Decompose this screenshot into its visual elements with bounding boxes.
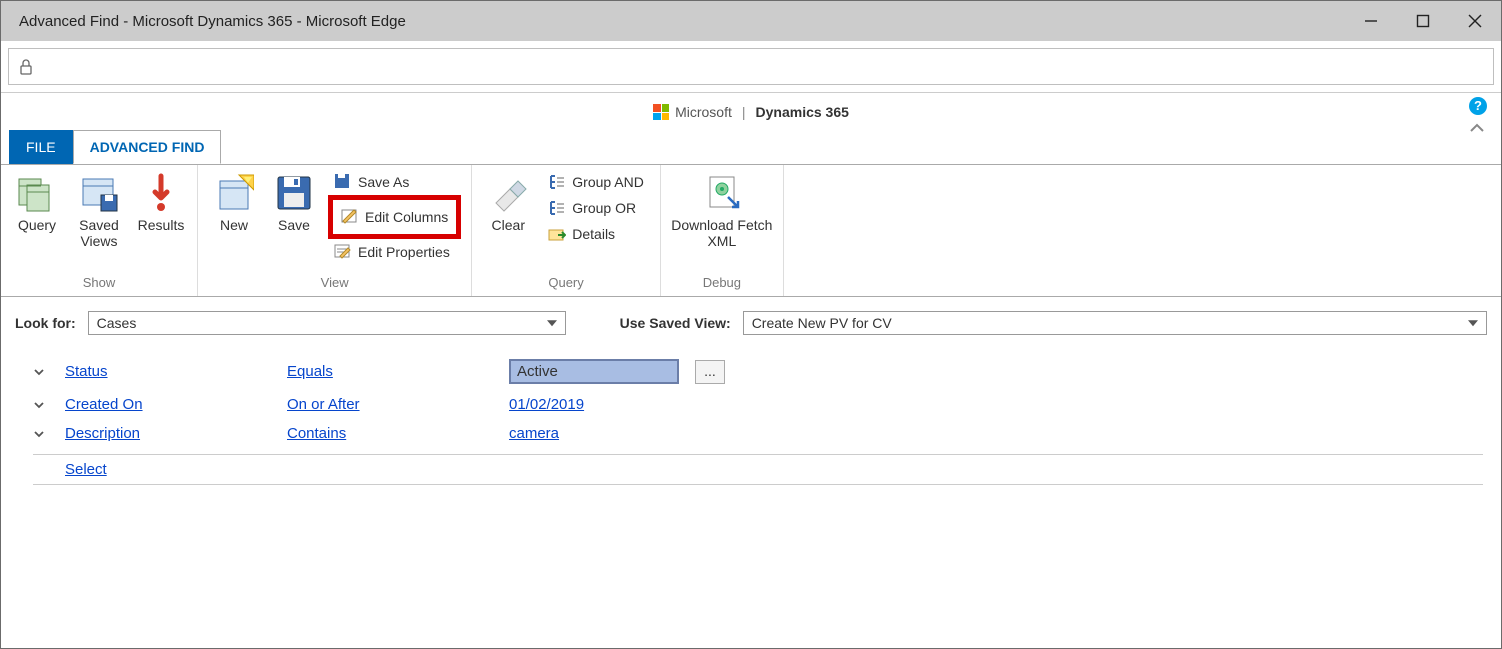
close-button[interactable] bbox=[1449, 1, 1501, 41]
edit-columns-label: Edit Columns bbox=[365, 209, 448, 225]
minimize-button[interactable] bbox=[1345, 1, 1397, 41]
lookup-ellipsis-button[interactable]: ... bbox=[695, 360, 725, 384]
group-or-label: Group OR bbox=[572, 200, 636, 216]
new-label: New bbox=[206, 217, 262, 233]
look-for-label: Look for: bbox=[15, 315, 76, 331]
saved-view-label: Use Saved View: bbox=[620, 315, 731, 331]
content-area: Look for: Cases Use Saved View: Create N… bbox=[1, 297, 1501, 648]
criteria-list: Status Equals Active ... Created On On o… bbox=[33, 353, 1483, 485]
details-button[interactable]: Details bbox=[544, 223, 648, 245]
download-fetch-xml-icon bbox=[702, 173, 742, 213]
group-query-label: Query bbox=[478, 273, 654, 294]
criteria-row: Status Equals Active ... bbox=[33, 353, 1483, 390]
query-icon bbox=[17, 173, 57, 213]
results-label: Results bbox=[133, 217, 189, 233]
lookup-row: Look for: Cases Use Saved View: Create N… bbox=[15, 311, 1501, 335]
address-bar-row bbox=[1, 41, 1501, 93]
saved-view-select[interactable]: Create New PV for CV bbox=[743, 311, 1487, 335]
group-and-icon bbox=[548, 173, 566, 191]
edit-properties-button[interactable]: Edit Properties bbox=[330, 241, 459, 263]
save-button[interactable]: Save bbox=[264, 169, 324, 237]
saved-view-value: Create New PV for CV bbox=[752, 315, 892, 331]
ribbon-group-debug: Download Fetch XML Debug bbox=[661, 165, 784, 296]
details-icon bbox=[548, 225, 566, 243]
criteria-select-row: Select bbox=[33, 454, 1483, 485]
look-for-value: Cases bbox=[97, 315, 137, 331]
criteria-field[interactable]: Status bbox=[65, 363, 271, 380]
ribbon-group-show: Query Saved Views Results Show bbox=[1, 165, 198, 296]
group-and-label: Group AND bbox=[572, 174, 644, 190]
ribbon: Query Saved Views Results Show bbox=[1, 165, 1501, 297]
save-label: Save bbox=[266, 217, 322, 233]
brand-divider: | bbox=[742, 104, 746, 120]
criteria-value-link[interactable]: camera bbox=[509, 425, 559, 442]
saved-views-icon bbox=[79, 173, 119, 213]
criteria-operator[interactable]: Contains bbox=[287, 425, 493, 442]
results-icon bbox=[141, 173, 181, 213]
titlebar: Advanced Find - Microsoft Dynamics 365 -… bbox=[1, 1, 1501, 41]
download-fetch-xml-label: Download Fetch XML bbox=[669, 217, 775, 249]
ribbon-group-view: New Save Save As Ed bbox=[198, 165, 472, 296]
edit-columns-button[interactable]: Edit Columns bbox=[337, 202, 452, 232]
maximize-button[interactable] bbox=[1397, 1, 1449, 41]
criteria-field[interactable]: Created On bbox=[65, 396, 271, 413]
clear-label: Clear bbox=[480, 217, 536, 233]
group-debug-label: Debug bbox=[667, 273, 777, 294]
tab-file[interactable]: FILE bbox=[9, 130, 73, 164]
edit-properties-label: Edit Properties bbox=[358, 244, 450, 260]
edit-properties-icon bbox=[334, 243, 352, 261]
saved-views-button[interactable]: Saved Views bbox=[67, 169, 131, 253]
chevron-down-icon[interactable] bbox=[33, 366, 49, 378]
ribbon-group-query: Clear Group AND Group OR Details bbox=[472, 165, 661, 296]
criteria-operator[interactable]: On or After bbox=[287, 396, 493, 413]
group-show-label: Show bbox=[7, 273, 191, 294]
chevron-down-icon[interactable] bbox=[33, 399, 49, 411]
tab-advanced-find[interactable]: ADVANCED FIND bbox=[73, 130, 222, 164]
save-as-label: Save As bbox=[358, 174, 409, 190]
address-bar[interactable] bbox=[8, 48, 1494, 85]
criteria-row: Description Contains camera bbox=[33, 419, 1483, 448]
edit-columns-icon bbox=[341, 208, 359, 226]
brand-header: Microsoft | Dynamics 365 ? bbox=[1, 93, 1501, 131]
clear-icon bbox=[488, 173, 528, 213]
new-button[interactable]: New bbox=[204, 169, 264, 237]
query-label: Query bbox=[9, 217, 65, 233]
brand-product: Dynamics 365 bbox=[756, 104, 849, 120]
save-as-icon bbox=[334, 173, 352, 191]
lock-icon bbox=[19, 59, 33, 75]
window-frame: Advanced Find - Microsoft Dynamics 365 -… bbox=[0, 0, 1502, 649]
new-icon bbox=[214, 173, 254, 213]
save-icon bbox=[274, 173, 314, 213]
criteria-value-box[interactable]: Active bbox=[509, 359, 679, 384]
edit-columns-highlight: Edit Columns bbox=[328, 195, 461, 239]
group-or-button[interactable]: Group OR bbox=[544, 197, 648, 219]
window-title: Advanced Find - Microsoft Dynamics 365 -… bbox=[19, 13, 406, 30]
chevron-down-icon[interactable] bbox=[33, 428, 49, 440]
download-fetch-xml-button[interactable]: Download Fetch XML bbox=[667, 169, 777, 253]
group-and-button[interactable]: Group AND bbox=[544, 171, 648, 193]
help-icon[interactable]: ? bbox=[1469, 97, 1487, 115]
criteria-value-link[interactable]: 01/02/2019 bbox=[509, 396, 584, 413]
group-or-icon bbox=[548, 199, 566, 217]
select-link[interactable]: Select bbox=[65, 461, 271, 478]
microsoft-logo-icon bbox=[653, 104, 669, 120]
saved-views-label: Saved Views bbox=[69, 217, 129, 249]
criteria-field[interactable]: Description bbox=[65, 425, 271, 442]
save-as-button[interactable]: Save As bbox=[330, 171, 459, 193]
criteria-operator[interactable]: Equals bbox=[287, 363, 493, 380]
ribbon-tabs: FILE ADVANCED FIND bbox=[1, 129, 1501, 165]
query-button[interactable]: Query bbox=[7, 169, 67, 237]
look-for-select[interactable]: Cases bbox=[88, 311, 566, 335]
group-view-label: View bbox=[204, 273, 465, 294]
criteria-row: Created On On or After 01/02/2019 bbox=[33, 390, 1483, 419]
popout-icon[interactable] bbox=[1469, 121, 1485, 133]
clear-button[interactable]: Clear bbox=[478, 169, 538, 237]
results-button[interactable]: Results bbox=[131, 169, 191, 237]
brand-ms: Microsoft bbox=[675, 104, 732, 120]
details-label: Details bbox=[572, 226, 615, 242]
